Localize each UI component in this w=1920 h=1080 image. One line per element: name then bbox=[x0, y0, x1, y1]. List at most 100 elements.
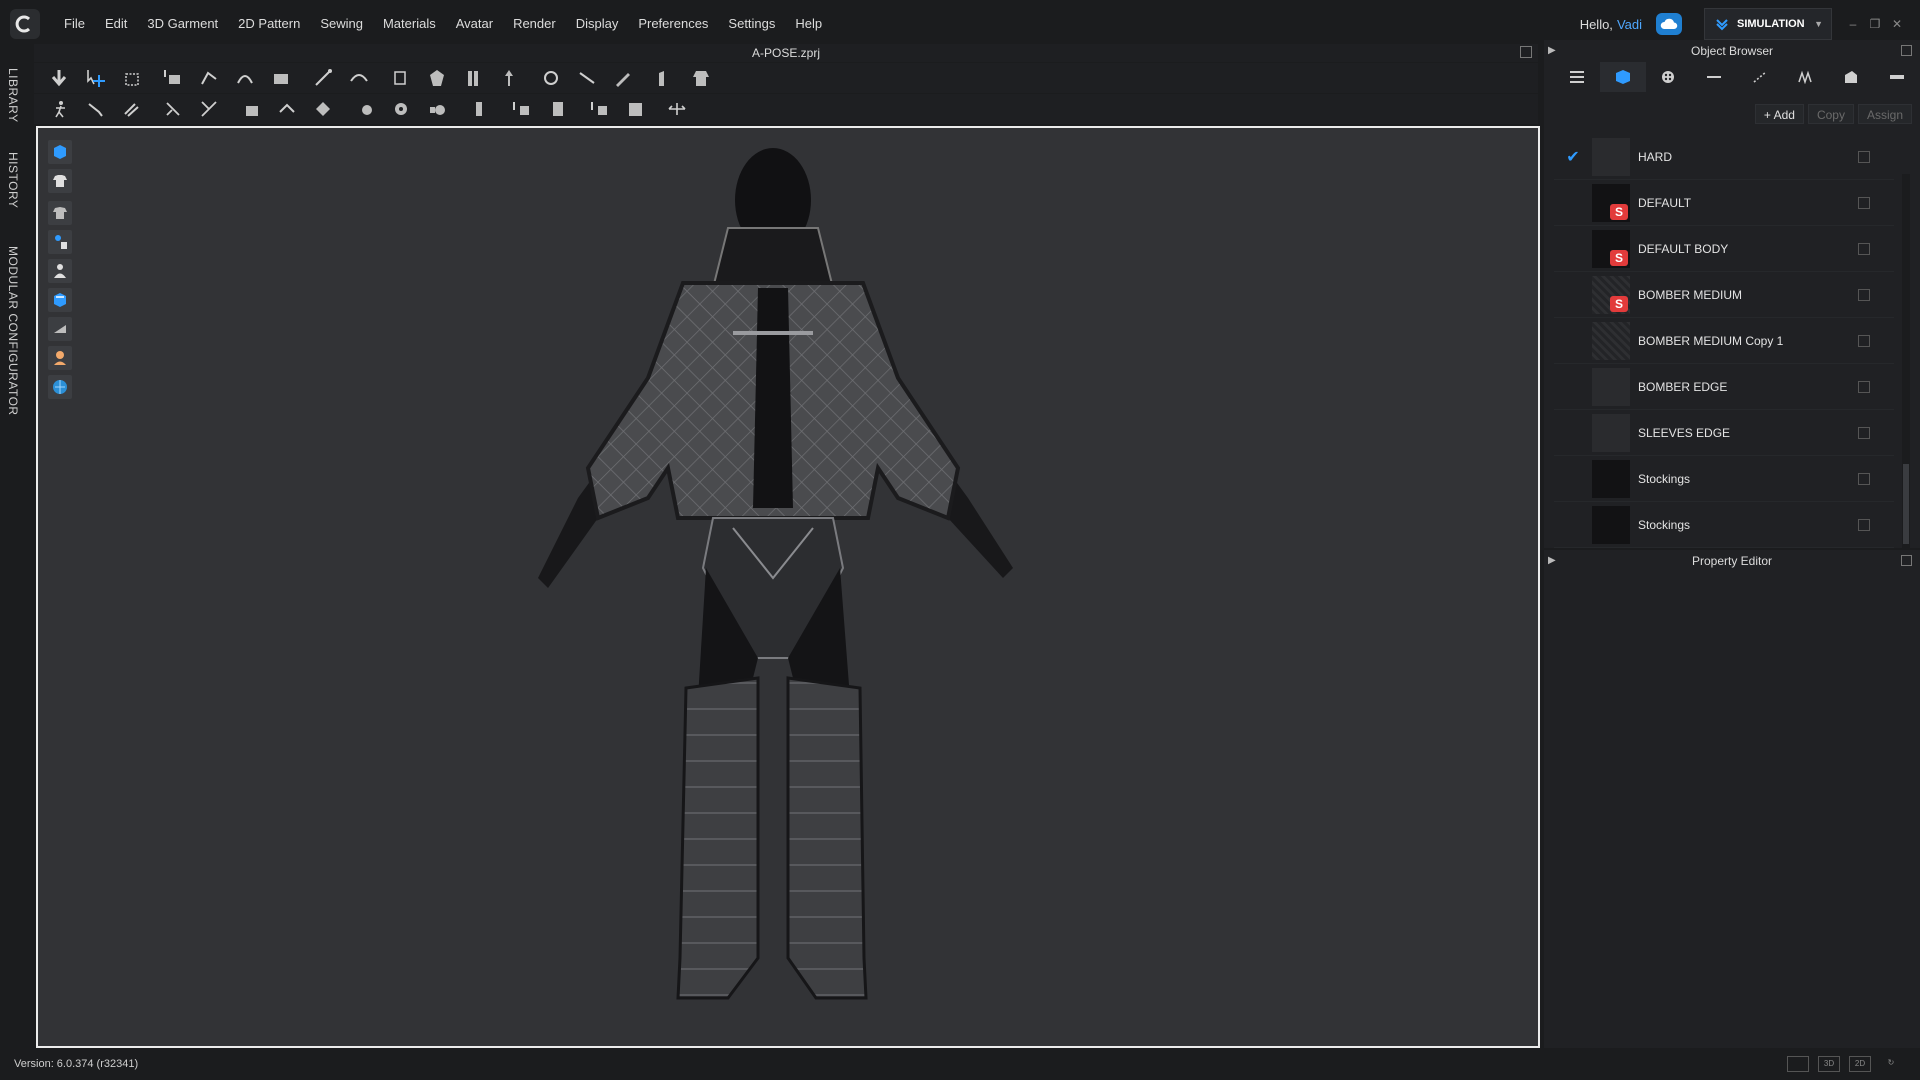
texture-transform-icon[interactable] bbox=[272, 96, 302, 122]
tab-history[interactable]: HISTORY bbox=[6, 152, 20, 208]
garment-shape-icon[interactable] bbox=[48, 201, 72, 225]
assign-material-button[interactable]: Assign bbox=[1857, 104, 1912, 124]
close-icon[interactable]: ✕ bbox=[1886, 13, 1908, 35]
fold-icon[interactable] bbox=[266, 65, 296, 91]
topstitch-icon[interactable] bbox=[506, 96, 536, 122]
segment-sewing-icon[interactable] bbox=[308, 65, 338, 91]
material-options-icon[interactable] bbox=[1858, 472, 1870, 485]
material-row[interactable]: ✔ HARD bbox=[1554, 134, 1894, 180]
edit-curve-icon[interactable] bbox=[230, 65, 260, 91]
brush-icon[interactable] bbox=[80, 96, 110, 122]
view-mode-single[interactable] bbox=[1787, 1056, 1809, 1072]
measure-icon[interactable] bbox=[572, 65, 602, 91]
environment-icon[interactable] bbox=[48, 375, 72, 399]
brush-fill-icon[interactable] bbox=[116, 96, 146, 122]
material-row[interactable]: Stockings bbox=[1554, 456, 1894, 502]
draw-line-icon[interactable] bbox=[158, 96, 188, 122]
topstitch-tab-icon[interactable] bbox=[1737, 62, 1783, 92]
app-logo-icon[interactable] bbox=[10, 9, 40, 39]
material-options-icon[interactable] bbox=[1858, 380, 1870, 393]
menu-materials[interactable]: Materials bbox=[373, 0, 446, 48]
shirt-visibility-icon[interactable] bbox=[48, 169, 72, 193]
material-options-icon[interactable] bbox=[1858, 426, 1870, 439]
menu-help[interactable]: Help bbox=[785, 0, 832, 48]
pencil-icon[interactable] bbox=[608, 65, 638, 91]
material-list-scrollbar[interactable] bbox=[1902, 174, 1910, 574]
texture-edit-icon[interactable] bbox=[236, 96, 266, 122]
material-row[interactable]: SLEEVES EDGE bbox=[1554, 410, 1894, 456]
menu-render[interactable]: Render bbox=[503, 0, 566, 48]
scrollbar-thumb[interactable] bbox=[1903, 464, 1909, 544]
material-options-icon[interactable] bbox=[1858, 242, 1870, 255]
fasten-icon[interactable] bbox=[422, 96, 452, 122]
texture-surface-icon[interactable] bbox=[48, 288, 72, 312]
trim-tab-icon[interactable] bbox=[1829, 62, 1875, 92]
edit-point-icon[interactable] bbox=[194, 65, 224, 91]
buttonhole-icon[interactable] bbox=[386, 96, 416, 122]
simulation-mode-dropdown[interactable]: SIMULATION ▼ bbox=[1704, 8, 1832, 40]
popout-icon[interactable] bbox=[1901, 45, 1912, 56]
material-options-icon[interactable] bbox=[1858, 150, 1870, 163]
pin-icon[interactable] bbox=[494, 65, 524, 91]
material-options-icon[interactable] bbox=[1858, 518, 1870, 531]
menu-file[interactable]: File bbox=[54, 0, 95, 48]
piping-icon[interactable] bbox=[542, 96, 572, 122]
avatar-pose-icon[interactable] bbox=[44, 96, 74, 122]
free-sewing-icon[interactable] bbox=[344, 65, 374, 91]
3d-viewport[interactable] bbox=[36, 126, 1540, 1048]
transform-pattern-icon[interactable] bbox=[158, 65, 188, 91]
minimize-icon[interactable]: – bbox=[1842, 13, 1864, 35]
select-move-icon[interactable] bbox=[80, 65, 110, 91]
menu-sewing[interactable]: Sewing bbox=[310, 0, 373, 48]
arrangement-icon[interactable] bbox=[422, 65, 452, 91]
cloud-icon[interactable] bbox=[1656, 13, 1682, 35]
avatar-3d-model[interactable] bbox=[458, 138, 1088, 1038]
view-mode-2d[interactable]: 2D bbox=[1849, 1056, 1871, 1072]
view-mode-3d[interactable]: 3D bbox=[1818, 1056, 1840, 1072]
material-options-icon[interactable] bbox=[1858, 334, 1870, 347]
username[interactable]: Vadi bbox=[1617, 17, 1642, 32]
list-view-icon[interactable] bbox=[1554, 62, 1600, 92]
collapse-arrow-icon[interactable]: ▶ bbox=[1548, 550, 1556, 572]
material-row[interactable]: S DEFAULT bbox=[1554, 180, 1894, 226]
add-material-button[interactable]: + Add bbox=[1754, 104, 1804, 124]
measure-distance-icon[interactable] bbox=[662, 96, 692, 122]
show-garment-icon[interactable] bbox=[48, 140, 72, 164]
tuck-icon[interactable] bbox=[536, 65, 566, 91]
material-row[interactable]: BOMBER EDGE bbox=[1554, 364, 1894, 410]
menu-preferences[interactable]: Preferences bbox=[628, 0, 718, 48]
material-row[interactable]: S DEFAULT BODY bbox=[1554, 226, 1894, 272]
thickness-icon[interactable] bbox=[48, 317, 72, 341]
menu-settings[interactable]: Settings bbox=[718, 0, 785, 48]
avatar-skin-icon[interactable] bbox=[48, 346, 72, 370]
menu-avatar[interactable]: Avatar bbox=[446, 0, 503, 48]
tab-modular-configurator[interactable]: MODULAR CONFIGURATOR bbox=[6, 246, 20, 416]
material-row[interactable]: S BOMBER MEDIUM bbox=[1554, 272, 1894, 318]
popout-icon[interactable] bbox=[1520, 46, 1532, 58]
fabric-icon[interactable] bbox=[620, 96, 650, 122]
avatar-garment-icon[interactable] bbox=[48, 230, 72, 254]
shirt-right-icon[interactable] bbox=[686, 65, 716, 91]
graphic-icon[interactable] bbox=[308, 96, 338, 122]
cut-line-icon[interactable] bbox=[194, 96, 224, 122]
material-options-icon[interactable] bbox=[1858, 288, 1870, 301]
material-options-icon[interactable] bbox=[1858, 196, 1870, 209]
zipper-icon[interactable] bbox=[464, 96, 494, 122]
garment-fold-icon[interactable] bbox=[458, 65, 488, 91]
box-select-icon[interactable] bbox=[116, 65, 146, 91]
restore-icon[interactable]: ❐ bbox=[1864, 13, 1886, 35]
menu-3d-garment[interactable]: 3D Garment bbox=[137, 0, 228, 48]
collapse-arrow-icon[interactable]: ▶ bbox=[1548, 40, 1556, 62]
menu-2d-pattern[interactable]: 2D Pattern bbox=[228, 0, 310, 48]
tab-library[interactable]: LIBRARY bbox=[6, 68, 20, 123]
material-row[interactable]: Stockings bbox=[1554, 502, 1894, 548]
copy-material-button[interactable]: Copy bbox=[1807, 104, 1854, 124]
puckering-tab-icon[interactable] bbox=[1783, 62, 1829, 92]
checkmark-icon[interactable]: ✔ bbox=[1554, 147, 1592, 167]
trim-icon[interactable] bbox=[584, 96, 614, 122]
popout-icon[interactable] bbox=[1901, 555, 1912, 566]
button-tool-icon[interactable] bbox=[350, 96, 380, 122]
ruler-tab-icon[interactable] bbox=[1874, 62, 1920, 92]
refresh-icon[interactable]: ↻ bbox=[1880, 1056, 1902, 1072]
show-avatar-icon[interactable] bbox=[48, 259, 72, 283]
